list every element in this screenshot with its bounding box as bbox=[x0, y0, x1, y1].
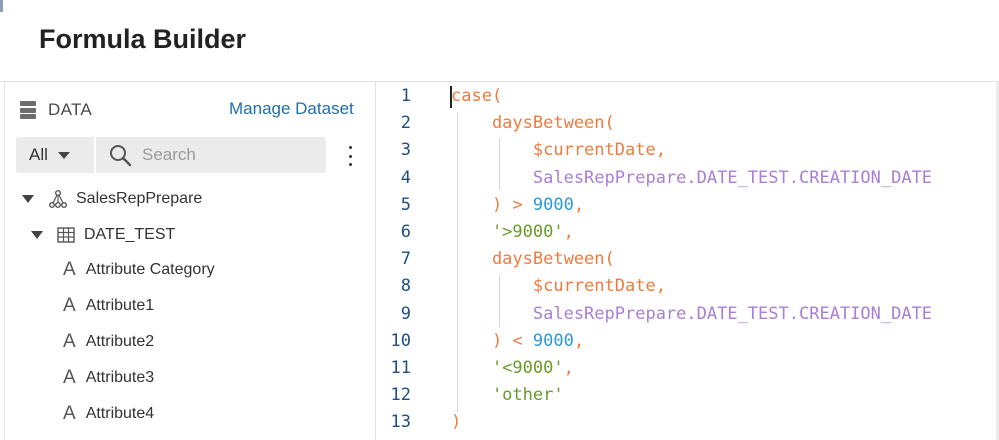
code-token: , bbox=[655, 276, 666, 297]
line-number: 6 bbox=[400, 222, 411, 242]
attribute-item[interactable]: A Attribute4 bbox=[63, 403, 154, 425]
code-token: 'other' bbox=[451, 385, 564, 406]
attribute-label: Attribute1 bbox=[85, 297, 155, 314]
code-line[interactable]: ) > 9000, bbox=[451, 195, 584, 215]
code-token: '<9000' bbox=[451, 358, 564, 378]
tree-node-table-label: DATE_TEST bbox=[84, 226, 176, 243]
chevron-down-icon bbox=[57, 151, 70, 159]
search-input[interactable] bbox=[140, 144, 324, 166]
line-number: 2 bbox=[400, 113, 411, 134]
filter-bar: All bbox=[16, 137, 326, 173]
line-number: 5 bbox=[400, 194, 411, 215]
attribute-item[interactable]: A Attribute2 bbox=[63, 331, 154, 353]
line-number: 11 bbox=[390, 358, 411, 378]
table-icon bbox=[57, 227, 75, 243]
code-line[interactable]: 'other' bbox=[451, 385, 564, 405]
attribute-label: Attribute3 bbox=[85, 369, 155, 386]
code-line[interactable]: ) < 9000, bbox=[451, 331, 584, 351]
data-label: DATA bbox=[48, 100, 93, 119]
code-line[interactable]: '<9000', bbox=[451, 358, 574, 378]
code-token: , bbox=[563, 358, 574, 378]
code-token: daysBetween( bbox=[451, 249, 615, 270]
expand-caret-icon[interactable] bbox=[31, 231, 43, 239]
type-filter-value: All bbox=[29, 145, 48, 164]
search-icon bbox=[110, 145, 132, 167]
page-title: Formula Builder bbox=[39, 24, 247, 54]
attribute-icon: A bbox=[63, 367, 76, 388]
code-line[interactable]: $currentDate, bbox=[451, 140, 666, 160]
line-number: 7 bbox=[400, 249, 411, 270]
code-token: ) bbox=[451, 412, 462, 433]
attribute-icon: A bbox=[63, 331, 76, 352]
tree-node-table[interactable]: DATE_TEST bbox=[31, 224, 175, 246]
line-number: 4 bbox=[400, 167, 411, 188]
code-line[interactable]: daysBetween( bbox=[451, 113, 615, 133]
corner-marker bbox=[0, 0, 3, 12]
attribute-item[interactable]: A Attribute1 bbox=[63, 295, 154, 317]
code-line[interactable]: SalesRepPrepare.DATE_TEST.CREATION_DATE bbox=[451, 168, 932, 188]
expand-caret-icon[interactable] bbox=[22, 195, 34, 203]
attribute-item[interactable]: A Attribute3 bbox=[63, 367, 154, 389]
code-token: $currentDate bbox=[451, 140, 656, 161]
tree-node-dataset-label: SalesRepPrepare bbox=[76, 190, 203, 207]
attribute-item[interactable]: A Attribute Category bbox=[63, 259, 215, 281]
attribute-label: Attribute2 bbox=[85, 333, 155, 350]
code-line[interactable]: $currentDate, bbox=[451, 276, 666, 296]
code-line[interactable]: daysBetween( bbox=[451, 249, 615, 269]
code-token: SalesRepPrepare.DATE_TEST.CREATION_DATE bbox=[451, 303, 933, 324]
dataset-hierarchy-icon bbox=[49, 190, 67, 208]
code-token: 9000 bbox=[532, 194, 574, 215]
code-token: daysBetween( bbox=[451, 113, 615, 134]
code-token: '>9000' bbox=[451, 222, 564, 242]
code-line[interactable]: SalesRepPrepare.DATE_TEST.CREATION_DATE bbox=[451, 304, 932, 324]
dialog-header: Formula Builder bbox=[0, 0, 999, 82]
code-token: 9000 bbox=[532, 330, 574, 351]
line-number: 9 bbox=[400, 303, 411, 324]
code-token: , bbox=[563, 222, 574, 242]
line-number: 8 bbox=[400, 276, 411, 297]
line-number: 3 bbox=[400, 140, 411, 161]
code-token: ) < bbox=[451, 330, 533, 351]
manage-dataset-link[interactable]: Manage Dataset bbox=[229, 99, 354, 119]
attribute-icon: A bbox=[63, 295, 76, 316]
code-token: , bbox=[573, 330, 585, 351]
data-panel: DATA Manage Dataset All SalesRepPrepare bbox=[4, 82, 376, 440]
attribute-label: Attribute4 bbox=[85, 405, 155, 422]
code-line[interactable]: '>9000', bbox=[451, 222, 574, 242]
line-number: 1 bbox=[400, 86, 411, 106]
code-line[interactable]: case( bbox=[451, 86, 502, 106]
code-token: ) > bbox=[451, 194, 533, 215]
type-filter-select[interactable]: All bbox=[16, 137, 94, 173]
data-section-header: DATA bbox=[20, 100, 92, 120]
line-number: 13 bbox=[390, 412, 411, 433]
code-token: , bbox=[573, 194, 585, 215]
code-line[interactable]: ) bbox=[451, 412, 461, 432]
database-icon bbox=[20, 101, 36, 119]
attribute-label: Attribute Category bbox=[85, 261, 215, 278]
line-number: 12 bbox=[390, 385, 411, 406]
attribute-icon: A bbox=[63, 403, 76, 424]
tree-node-dataset[interactable]: SalesRepPrepare bbox=[22, 188, 202, 210]
code-token: case( bbox=[451, 86, 503, 106]
code-token: $currentDate bbox=[451, 276, 656, 297]
attribute-icon: A bbox=[63, 259, 76, 280]
code-token: , bbox=[655, 140, 666, 161]
line-number: 10 bbox=[390, 330, 411, 351]
code-token: SalesRepPrepare.DATE_TEST.CREATION_DATE bbox=[451, 167, 933, 188]
formula-editor[interactable]: 1 2 3 4 5 6 7 8 9 10 11 12 13 case( daysBetween( $cu… bbox=[376, 82, 996, 440]
more-options-icon[interactable] bbox=[347, 146, 353, 166]
search-box[interactable] bbox=[96, 137, 326, 173]
